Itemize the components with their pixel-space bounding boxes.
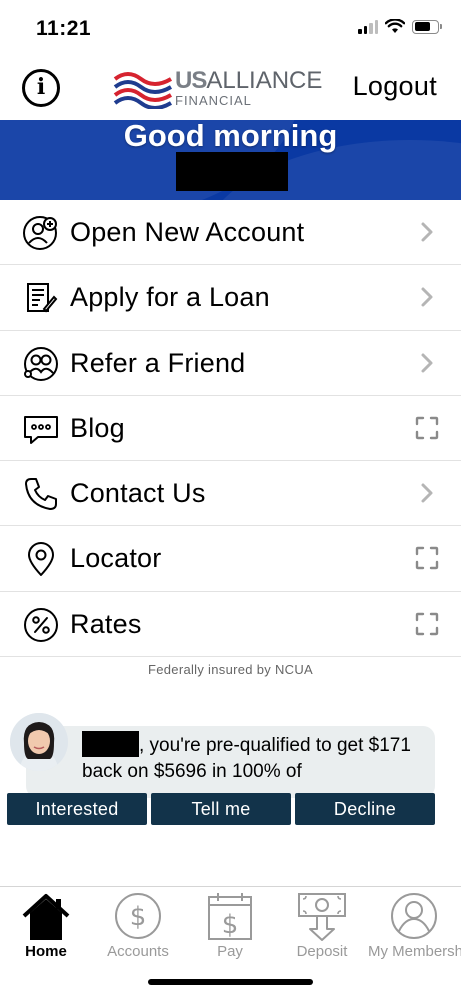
phone-icon — [25, 478, 57, 511]
tab-accounts[interactable]: $ Accounts — [92, 891, 184, 961]
greeting-text: Good morning — [123, 120, 338, 153]
cellular-signal-icon — [358, 19, 378, 34]
app-header: i USALLIANCE FINANCIAL Logout — [0, 56, 461, 120]
chevron-right-icon — [421, 483, 433, 503]
tab-label: My Membership — [368, 943, 461, 960]
add-person-icon — [23, 216, 57, 250]
advisor-avatar-icon — [10, 713, 68, 771]
location-pin-icon — [28, 542, 54, 577]
friends-icon — [24, 346, 58, 381]
tab-home[interactable]: Home — [0, 891, 92, 961]
calendar-dollar-icon: $ — [208, 893, 252, 940]
logo-us: US — [175, 67, 207, 94]
greeting-banner: Good morning — [0, 120, 461, 200]
tab-deposit[interactable]: Deposit — [276, 891, 368, 961]
logout-button[interactable]: Logout — [353, 71, 437, 102]
wifi-icon — [385, 19, 405, 33]
menu-item-rates[interactable]: Rates — [0, 592, 461, 658]
home-icon — [22, 894, 70, 940]
menu-item-label: Blog — [70, 412, 125, 443]
tab-pay[interactable]: $ Pay — [184, 891, 276, 961]
decline-button[interactable]: Decline — [295, 793, 435, 825]
tab-label: Home — [25, 943, 67, 960]
tab-label: Deposit — [296, 943, 348, 960]
menu-item-blog[interactable]: Blog — [0, 396, 461, 462]
deposit-check-icon — [298, 893, 346, 941]
tab-my-membership[interactable]: My Membership — [368, 891, 461, 961]
menu-item-label: Locator — [70, 543, 162, 574]
status-bar: 11:21 — [0, 0, 461, 56]
percent-icon — [24, 607, 58, 642]
chat-bubble-icon — [24, 415, 58, 444]
ncua-footnote: Federally insured by NCUA — [147, 662, 313, 677]
expand-icon — [415, 612, 439, 635]
svg-text:$: $ — [222, 910, 239, 940]
status-time: 11:21 — [36, 17, 92, 40]
promo-offer: , you're pre-qualified to get $171 back … — [0, 713, 461, 833]
menu-item-open-new-account[interactable]: Open New Account — [0, 200, 461, 266]
promo-buttons: Interested Tell me Decline — [7, 793, 435, 825]
redacted-name — [82, 731, 139, 757]
tab-label: Pay — [217, 943, 243, 960]
menu-item-label: Refer a Friend — [70, 347, 246, 378]
chevron-right-icon — [421, 353, 433, 373]
status-icons — [358, 19, 442, 34]
tell-me-button[interactable]: Tell me — [151, 793, 291, 825]
logo-financial: FINANCIAL — [175, 93, 252, 108]
menu-item-contact-us[interactable]: Contact Us — [0, 461, 461, 527]
redacted-name — [176, 152, 288, 191]
battery-icon — [412, 19, 442, 34]
logo-alliance: ALLIANCE — [206, 67, 323, 94]
menu-item-label: Rates — [70, 608, 142, 639]
expand-icon — [415, 547, 439, 570]
menu-item-label: Contact Us — [70, 478, 206, 509]
interested-button[interactable]: Interested — [7, 793, 147, 825]
home-indicator[interactable] — [148, 979, 313, 985]
menu-item-apply-for-a-loan[interactable]: Apply for a Loan — [0, 265, 461, 331]
menu-item-label: Open New Account — [70, 217, 305, 247]
avatar — [10, 713, 68, 771]
person-circle-icon — [391, 893, 437, 939]
main-menu: Open New Account Apply for a Loan Refer … — [0, 200, 461, 658]
tab-label: Accounts — [107, 943, 169, 960]
expand-icon — [415, 416, 439, 440]
flag-logo-icon — [113, 72, 173, 109]
menu-item-refer-a-friend[interactable]: Refer a Friend — [0, 331, 461, 396]
info-icon[interactable]: i — [22, 69, 60, 107]
document-pen-icon — [27, 283, 58, 313]
menu-item-locator[interactable]: Locator — [0, 526, 461, 592]
menu-item-label: Apply for a Loan — [70, 282, 270, 313]
chevron-right-icon — [421, 287, 433, 307]
dollar-circle-icon: $ — [115, 893, 161, 939]
usalliance-logo: USALLIANCE FINANCIAL — [113, 67, 322, 109]
svg-text:$: $ — [130, 902, 147, 932]
chevron-right-icon — [421, 222, 433, 242]
